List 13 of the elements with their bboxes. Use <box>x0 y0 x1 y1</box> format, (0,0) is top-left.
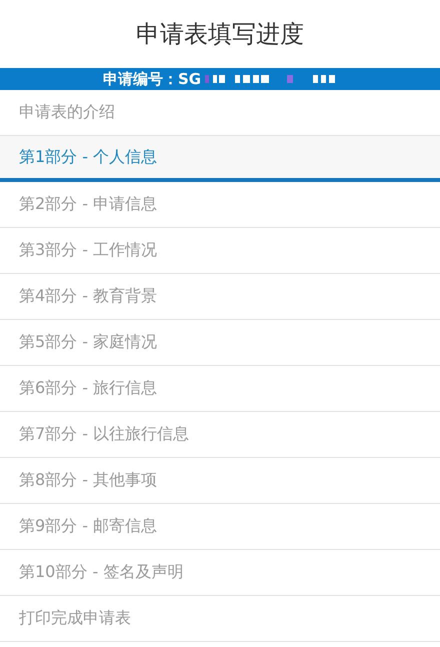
section-item[interactable]: 第5部分 - 家庭情况 <box>0 320 440 366</box>
section-item[interactable]: 第4部分 - 教育背景 <box>0 274 440 320</box>
section-item[interactable]: 第7部分 - 以往旅行信息 <box>0 412 440 458</box>
application-number-label: 申请编号：SG <box>102 70 202 88</box>
section-item[interactable]: 第6部分 - 旅行信息 <box>0 366 440 412</box>
section-item[interactable]: 第8部分 - 其他事项 <box>0 458 440 504</box>
section-item[interactable]: 第3部分 - 工作情况 <box>0 228 440 274</box>
section-item[interactable]: 第2部分 - 申请信息 <box>0 182 440 228</box>
section-item[interactable]: 打印完成申请表 <box>0 596 440 642</box>
page-title: 申请表填写进度 <box>136 19 304 50</box>
section-item[interactable]: 第1部分 - 个人信息 <box>0 136 440 182</box>
section-item[interactable]: 第9部分 - 邮寄信息 <box>0 504 440 550</box>
section-item[interactable]: 第10部分 - 签名及声明 <box>0 550 440 596</box>
